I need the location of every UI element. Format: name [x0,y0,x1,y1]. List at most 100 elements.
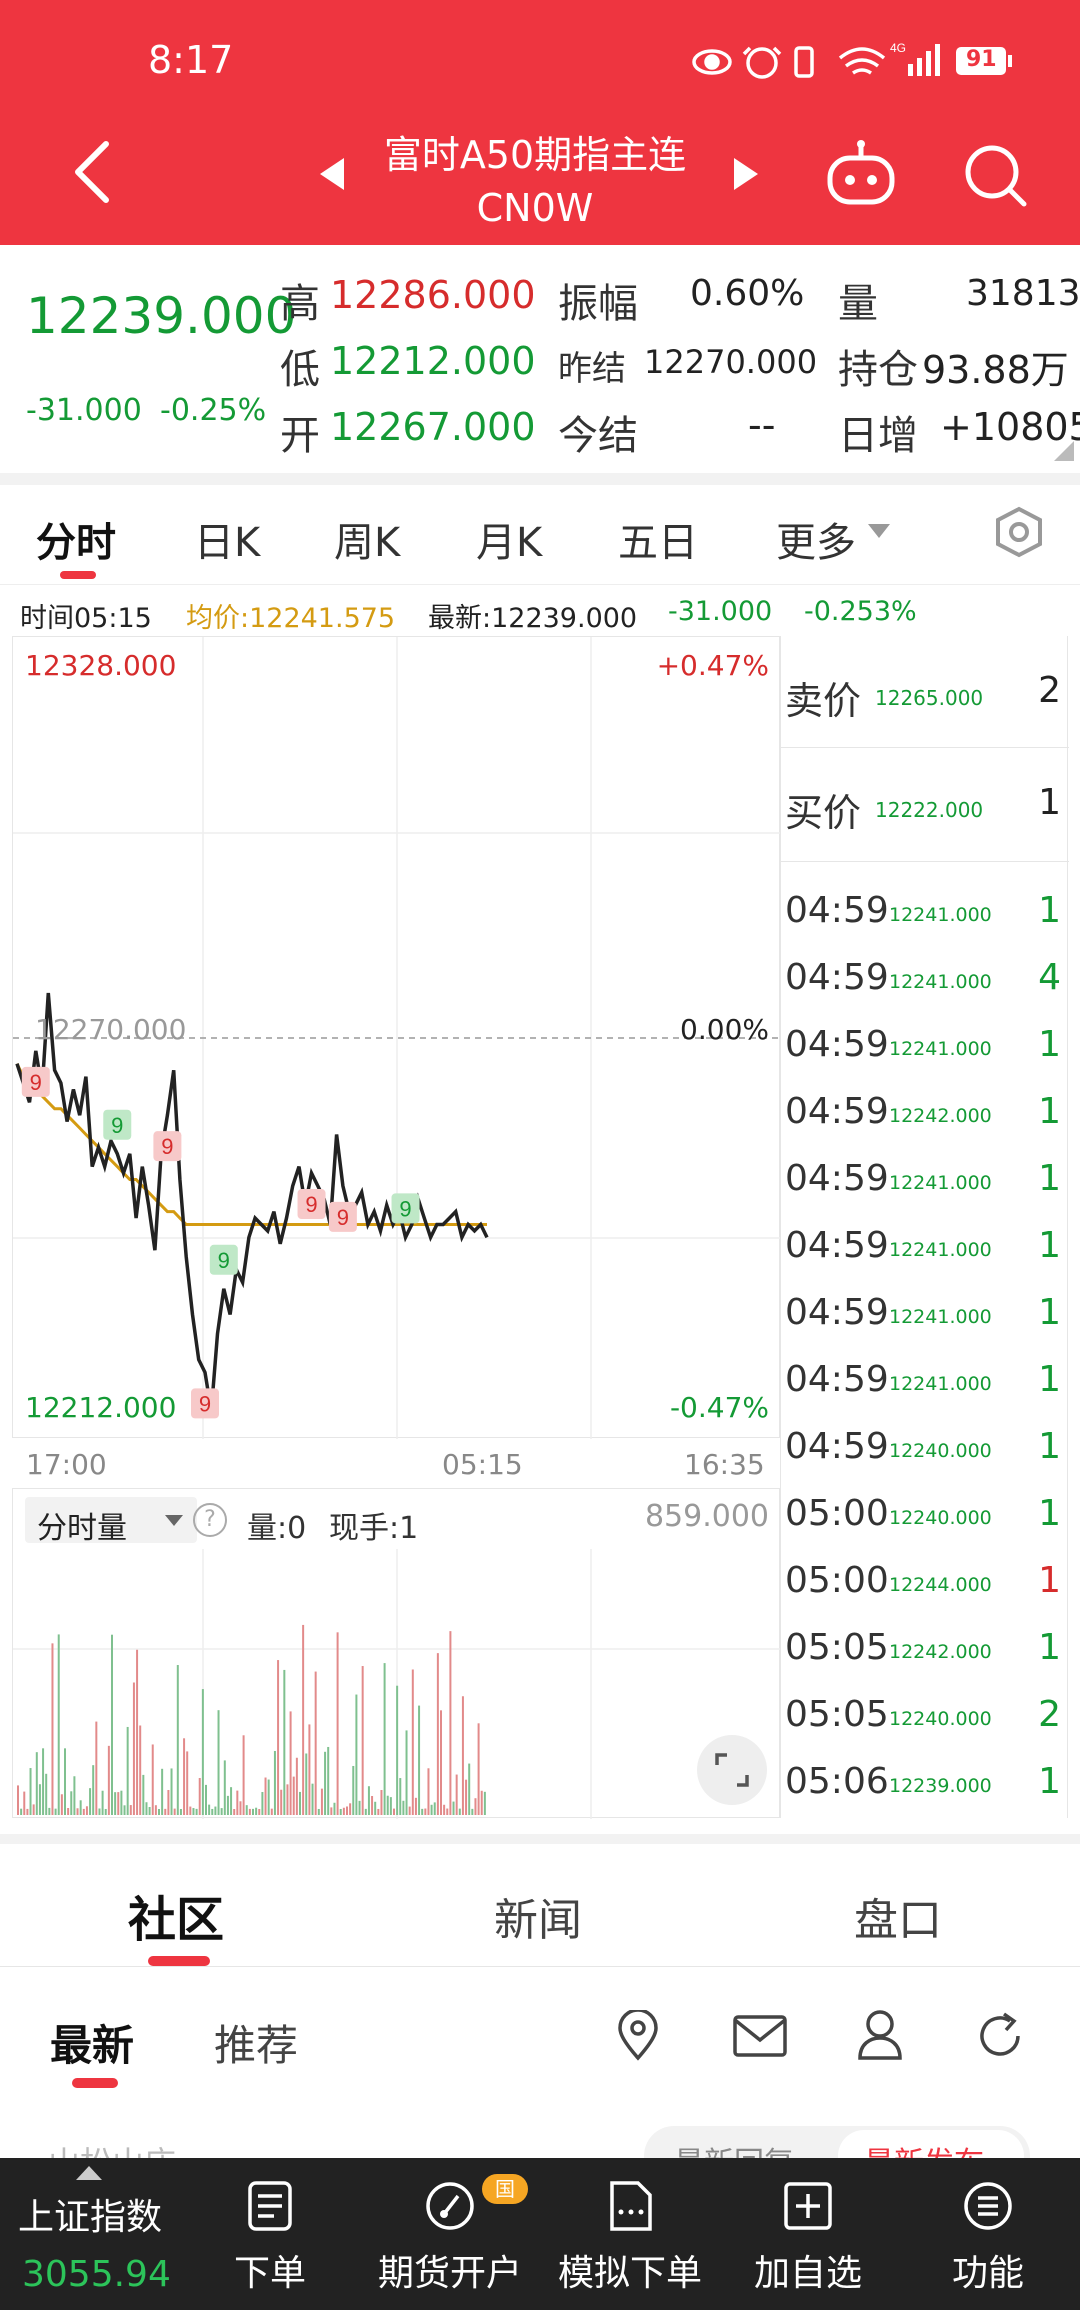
nav-place-order[interactable]: 下单 [210,2158,330,2310]
volume-bar [51,1643,54,1815]
volume-bar [468,1763,471,1815]
pct-bottom-label: -0.47% [669,1391,769,1424]
trade-time: 05:06 [785,1761,889,1802]
volume-bar [195,1808,198,1815]
trade-time: 05:05 [785,1694,889,1735]
volume-bar [42,1748,45,1815]
volume-bar [239,1801,242,1815]
volume-bar [339,1808,342,1815]
nav-simulated-order[interactable]: 模拟下单 [550,2158,710,2310]
volume-value: 31813 [966,273,1080,314]
trade-volume: 1 [1038,1761,1061,1802]
tab-five-day[interactable]: 五日 [618,510,698,568]
volume-bar [208,1804,211,1815]
prev-contract-icon[interactable] [318,156,346,192]
ask-price: 12265.000 [875,686,984,710]
user-icon[interactable] [856,2008,904,2060]
volume-bar [132,1682,135,1815]
subtab-latest[interactable]: 最新 [50,2012,134,2073]
settings-hexagon-icon[interactable] [994,506,1044,558]
volume-bar [264,1777,267,1815]
sell-signal-marker: 9 [153,1131,182,1162]
volume-bar [170,1768,173,1815]
marker-label: 9 [337,1205,349,1230]
volume-bar [139,1725,142,1815]
intraday-chart[interactable]: 99999999 12328.000 +0.47% 12270.000 0.00… [12,636,781,1439]
search-icon[interactable] [962,142,1028,208]
volume-bar [145,1802,148,1815]
volume-bar [471,1808,474,1815]
volume-bar [198,1778,201,1815]
volume-bar [32,1804,35,1815]
mail-icon[interactable] [732,2014,788,2058]
nav-simulated-order-label: 模拟下单 [557,2253,702,2294]
nav-functions[interactable]: 功能 [928,2158,1048,2310]
volume-bar [389,1797,392,1815]
volume-bar [386,1795,389,1815]
volume-bar [17,1785,19,1815]
volume-bar [399,1778,402,1815]
trade-volume: 1 [1038,1627,1061,1668]
simulated-document-icon [610,2181,652,2231]
volume-bar [158,1809,160,1815]
trade-price: 12242.000 [889,1105,992,1127]
volume-bar [101,1790,104,1815]
volume-selector[interactable]: 分时量 [25,1497,197,1546]
help-icon[interactable]: ? [193,1503,227,1537]
volume-bar [29,1768,32,1815]
volume-bar [217,1710,220,1815]
y-mid-label: 12270.000 [35,1013,187,1046]
nav-add-watchlist[interactable]: 加自选 [748,2158,868,2310]
volume-bar [120,1790,123,1815]
sell-signal-marker: 9 [297,1189,326,1220]
x-label-start: 17:00 [26,1448,107,1481]
volume-bar [461,1696,464,1815]
volume-bar [308,1724,311,1815]
index-name: 上证指数 [18,2197,163,2238]
trade-time: 04:59 [785,1292,889,1333]
location-pin-icon[interactable] [616,2010,660,2062]
tab-more[interactable]: 更多 [776,510,856,568]
add-square-icon [784,2182,832,2230]
volume-bar [26,1808,29,1815]
page-title: 富时A50期指主连 [383,133,687,177]
tab-weekly-k[interactable]: 周K [334,510,400,568]
fullscreen-button[interactable] [697,1735,767,1805]
gauge-icon [426,2182,474,2230]
expand-corner-icon[interactable] [1054,441,1074,461]
nav-futures-account-label: 期货开户 [377,2253,522,2294]
tab-community[interactable]: 社区 [128,1880,224,1950]
robot-assistant-icon[interactable] [824,140,898,206]
volume-bar [73,1776,76,1815]
subtab-recommended[interactable]: 推荐 [214,2012,298,2073]
volume-bar [377,1808,380,1815]
volume-bar [474,1798,477,1815]
tab-daily-k[interactable]: 日K [194,510,260,568]
next-contract-icon[interactable] [732,156,760,192]
volume-bar [136,1649,139,1815]
trade-volume: 1 [1038,1225,1061,1266]
quote-panel: 12239.000 -31.000 -0.25% 高 12286.000 低 1… [0,245,1080,473]
tab-market-depth[interactable]: 盘口 [854,1884,942,1948]
volume-bar [355,1694,358,1815]
volume-bar [82,1808,85,1815]
volume-bar [252,1808,254,1815]
nav-futures-account[interactable]: 国 期货开户 [370,2158,530,2310]
volume-bar [305,1753,308,1815]
volume-bar [411,1669,414,1815]
back-icon[interactable] [70,140,114,204]
trade-price: 12241.000 [889,904,992,926]
daily-increase-label: 日增 [838,413,918,459]
tab-monthly-k[interactable]: 月K [476,510,542,568]
tab-news[interactable]: 新闻 [494,1884,582,1948]
refresh-icon[interactable] [974,2010,1026,2062]
volume-bar [427,1768,430,1815]
y-bottom-label: 12212.000 [25,1391,177,1424]
index-ticker[interactable]: 上证指数 3055.94 [0,2158,190,2310]
trade-volume: 1 [1038,890,1061,931]
trade-time: 05:00 [785,1493,889,1534]
volume-bar [380,1790,383,1815]
ask-label: 卖价 [785,679,862,723]
high-label: 高 [280,281,320,327]
tab-intraday[interactable]: 分时 [36,510,116,568]
